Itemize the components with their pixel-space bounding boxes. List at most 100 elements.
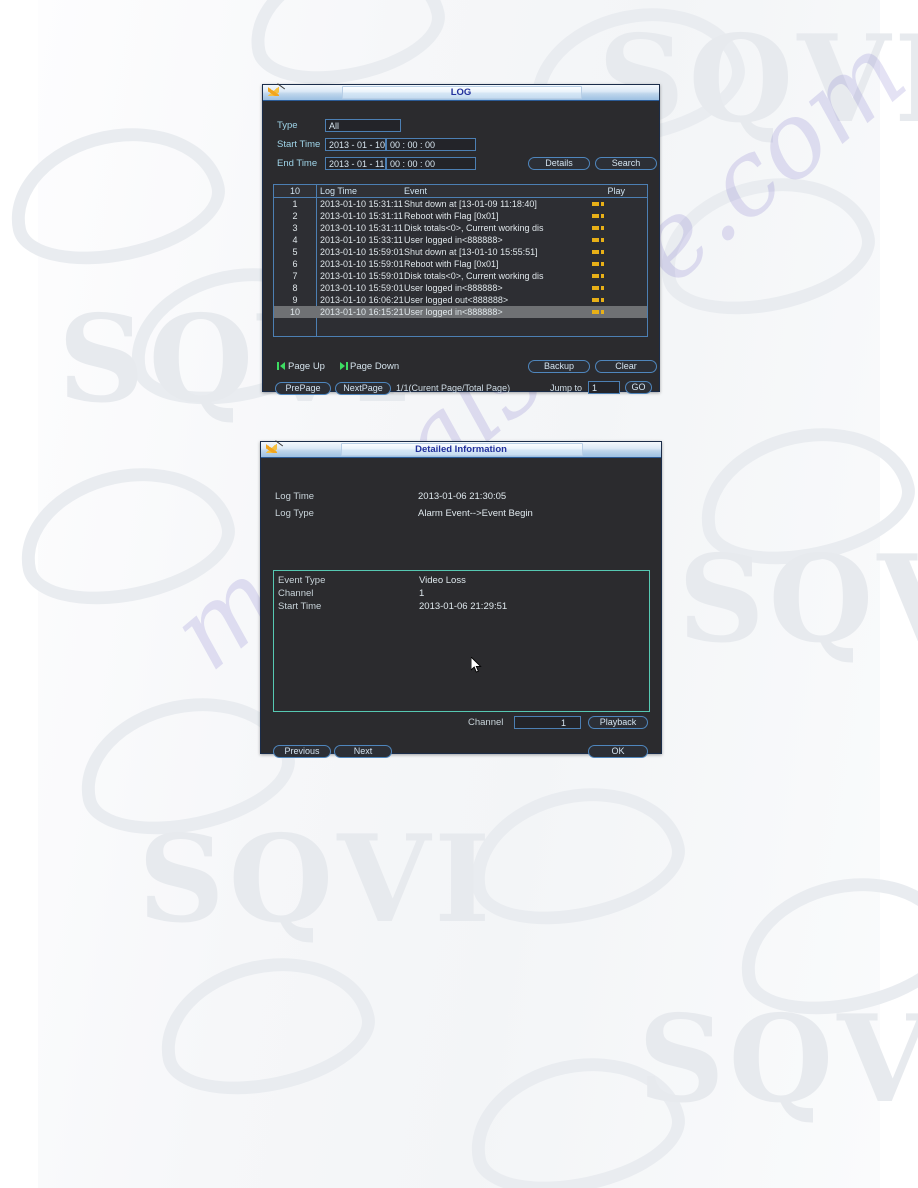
row-index: 6 (292, 259, 298, 269)
log-time-value: 2013-01-06 21:30:05 (418, 491, 507, 502)
page-up-link[interactable]: Page Up (277, 361, 325, 372)
table-row[interactable]: 2 2013-01-10 15:31:11 Reboot with Flag [0x… (274, 210, 647, 222)
end-clock-input[interactable]: 00 : 00 : 00 (386, 157, 476, 170)
clear-button[interactable]: Clear (595, 360, 657, 373)
log-window-body: Type All Start Time 2013 - 01 - 10 00 : … (263, 101, 659, 407)
event-type-label: Event Type (278, 575, 326, 586)
table-row[interactable]: 9 2013-01-10 16:06:21 User logged out<8888… (274, 294, 647, 306)
row-event: Shut down at [13-01-10 15:55:51] (404, 247, 538, 257)
end-date-input[interactable]: 2013 - 01 - 11 (325, 157, 386, 170)
log-table-body: 1 2013-01-10 15:31:11 Shut down at [13-01-… (274, 198, 647, 318)
log-table: 10 Log Time Event Play 1 2013-01-10 15:31… (273, 184, 648, 337)
table-row[interactable]: 3 2013-01-10 15:31:11 Disk totals<0>, Curr… (274, 222, 647, 234)
row-log-time: 2013-01-10 15:31:11 (320, 223, 403, 233)
row-index: 4 (292, 235, 298, 245)
start-time-label: Start Time (278, 601, 322, 612)
pre-page-button[interactable]: PrePage (275, 382, 331, 395)
event-type-value: Video Loss (419, 575, 466, 586)
log-type-label: Log Type (275, 508, 314, 519)
row-index: 5 (292, 247, 298, 257)
type-select[interactable]: All (325, 119, 401, 132)
watermark-logo-text: SQVI (678, 529, 918, 670)
table-row[interactable]: 6 2013-01-10 15:59:01 Reboot with Flag [0x… (274, 258, 647, 270)
details-button[interactable]: Details (528, 157, 590, 170)
play-icon[interactable] (592, 238, 604, 242)
row-index: 10 (289, 307, 300, 317)
detail-window-body: Log Time 2013-01-06 21:30:05 Log Type Al… (261, 458, 661, 769)
page-down-link[interactable]: Page Down (339, 361, 399, 372)
channel-value: 1 (419, 588, 425, 599)
channel-select-label: Channel (468, 717, 504, 728)
row-index: 3 (292, 223, 298, 233)
start-clock-input[interactable]: 00 : 00 : 00 (386, 138, 476, 151)
row-event: Reboot with Flag [0x01] (404, 259, 499, 269)
next-button[interactable]: Next (334, 745, 392, 758)
type-label: Type (277, 120, 298, 131)
row-event: Shut down at [13-01-09 11:18:40] (404, 199, 537, 209)
channel-label: Channel (278, 588, 314, 599)
header-play: Play (607, 186, 625, 196)
page-up-icon (277, 362, 286, 370)
watermark-eye-shape (146, 938, 386, 1113)
ok-button[interactable]: OK (588, 745, 648, 758)
row-event: Reboot with Flag [0x01] (404, 211, 499, 221)
playback-button[interactable]: Playback (588, 716, 648, 729)
page-down-label: Page Down (350, 361, 400, 372)
jump-to-input[interactable]: 1 (588, 381, 620, 394)
row-log-time: 2013-01-10 15:59:01 (320, 259, 404, 269)
jump-to-label: Jump to (550, 383, 583, 393)
play-icon[interactable] (592, 274, 604, 278)
page-status-text: 1/1(Curent Page/Total Page) (396, 383, 511, 393)
table-row[interactable]: 5 2013-01-10 15:59:01 Shut down at [13-01-… (274, 246, 647, 258)
table-row[interactable]: 7 2013-01-10 15:59:01 Disk totals<0>, Curr… (274, 270, 647, 282)
row-event: User logged in<888888> (404, 307, 503, 317)
play-icon[interactable] (592, 298, 604, 302)
row-index: 9 (292, 295, 298, 305)
row-event: User logged out<888888> (404, 295, 509, 305)
channel-select[interactable]: 1 (514, 716, 581, 729)
row-index: 1 (292, 199, 298, 209)
search-button[interactable]: Search (595, 157, 657, 170)
watermark-logo-text: SQVI (138, 809, 495, 950)
play-icon[interactable] (592, 262, 604, 266)
manual-page: SQVI SQVI SQVI SQVI SQVI manualshive.com… (0, 0, 918, 1188)
go-button[interactable]: GO (625, 381, 652, 394)
table-row[interactable]: 10 2013-01-10 16:15:21 User logged in<8888… (274, 306, 647, 318)
detail-window-title: Detailed Information (415, 444, 507, 455)
end-time-label: End Time (277, 158, 318, 169)
log-table-header: 10 Log Time Event Play (274, 185, 647, 198)
play-icon[interactable] (592, 202, 604, 206)
page-up-label: Page Up (288, 361, 325, 372)
row-log-time: 2013-01-10 15:59:01 (320, 271, 404, 281)
watermark-logo-text: SQVI (638, 989, 918, 1130)
log-window: LOG Type All Start Time 2013 - 01 - 10 0… (262, 83, 660, 395)
row-log-time: 2013-01-10 15:31:11 (320, 199, 403, 209)
row-index: 7 (292, 271, 298, 281)
play-icon[interactable] (592, 286, 604, 290)
play-icon[interactable] (592, 226, 604, 230)
row-index: 8 (292, 283, 298, 293)
play-icon[interactable] (592, 250, 604, 254)
row-event: User logged in<888888> (404, 283, 503, 293)
row-log-time: 2013-01-10 15:31:11 (320, 211, 403, 221)
start-time-label: Start Time (277, 139, 321, 150)
next-page-button[interactable]: NextPage (335, 382, 391, 395)
row-event: Disk totals<0>, Current working dis (404, 271, 544, 281)
play-icon[interactable] (592, 214, 604, 218)
row-event: Disk totals<0>, Current working dis (404, 223, 544, 233)
previous-button[interactable]: Previous (273, 745, 331, 758)
table-row[interactable]: 8 2013-01-10 15:59:01 User logged in<88888… (274, 282, 647, 294)
row-log-time: 2013-01-10 15:33:11 (320, 235, 403, 245)
backup-button[interactable]: Backup (528, 360, 590, 373)
log-type-value: Alarm Event-->Event Begin (418, 508, 533, 519)
row-event: User logged in<888888> (404, 235, 503, 245)
log-window-titlebar: LOG (263, 83, 659, 101)
play-icon[interactable] (592, 310, 604, 314)
table-row[interactable]: 4 2013-01-10 15:33:11 User logged in<88888… (274, 234, 647, 246)
start-date-input[interactable]: 2013 - 01 - 10 (325, 138, 386, 151)
row-log-time: 2013-01-10 15:59:01 (320, 283, 404, 293)
table-row[interactable]: 1 2013-01-10 15:31:11 Shut down at [13-01-… (274, 198, 647, 210)
row-log-time: 2013-01-10 15:59:01 (320, 247, 404, 257)
header-event: Event (404, 186, 428, 196)
page-down-icon (339, 362, 348, 370)
